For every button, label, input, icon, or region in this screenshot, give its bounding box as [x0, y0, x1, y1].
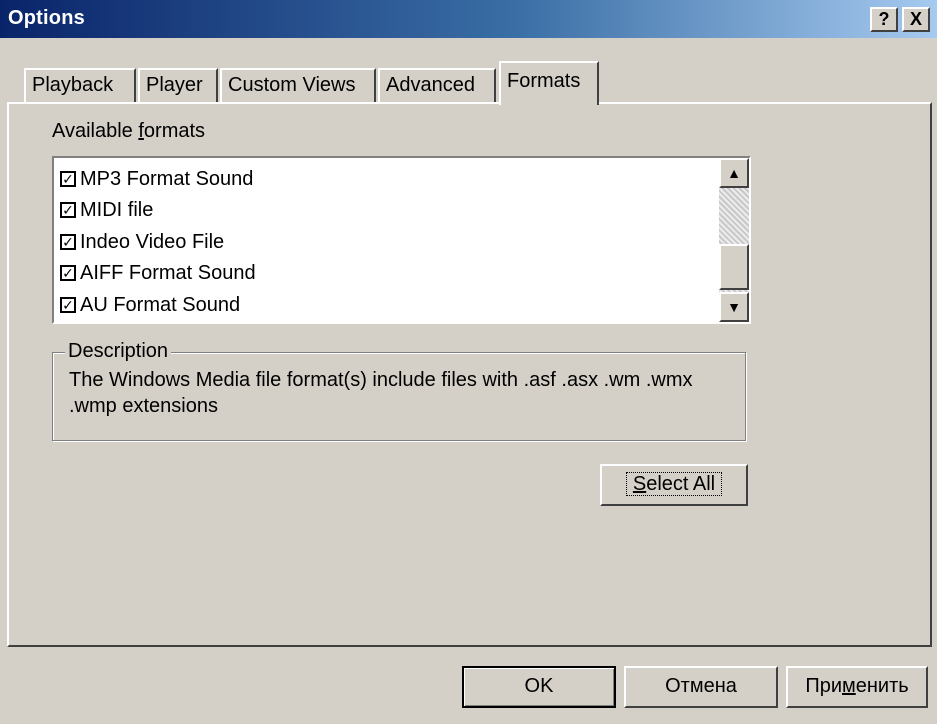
list-item[interactable]: ✓ AIFF Format Sound [60, 258, 256, 288]
scroll-up-icon[interactable]: ▲ [719, 158, 749, 188]
scroll-thumb[interactable] [719, 244, 749, 290]
tab-custom-views[interactable]: Custom Views [220, 68, 376, 104]
checkbox-checked-icon[interactable]: ✓ [60, 202, 76, 218]
vertical-scrollbar[interactable]: ▲ ▼ [719, 158, 749, 322]
help-button[interactable]: ? [870, 7, 898, 32]
tab-advanced[interactable]: Advanced [378, 68, 496, 104]
list-item[interactable]: ✓ Indeo Video File [60, 227, 224, 257]
formats-listbox[interactable]: ✓ MP3 Format Sound ✓ MIDI file ✓ Indeo V… [52, 156, 751, 324]
list-item-label: Indeo Video File [80, 230, 225, 253]
description-title: Description [65, 340, 172, 363]
cancel-button[interactable]: Отмена [624, 666, 778, 708]
select-all-button[interactable]: Select All [600, 464, 748, 506]
title-bar: Options ? X [0, 0, 937, 38]
list-item-label: AIFF Format Sound [80, 261, 256, 284]
description-group: Description The Windows Media file forma… [52, 340, 746, 441]
window-title: Options [8, 7, 85, 29]
tab-playback[interactable]: Playback [24, 68, 136, 104]
description-text: The Windows Media file format(s) include… [69, 369, 693, 417]
list-item-label: MIDI file [80, 198, 154, 221]
checkbox-checked-icon[interactable]: ✓ [60, 265, 76, 281]
list-item[interactable]: ✓ MP3 Format Sound [60, 164, 253, 194]
tab-player[interactable]: Player [138, 68, 218, 104]
checkbox-checked-icon[interactable]: ✓ [60, 234, 76, 250]
available-formats-label: Available formats [52, 120, 206, 142]
ok-button[interactable]: OK [462, 666, 616, 708]
checkbox-checked-icon[interactable]: ✓ [60, 297, 76, 313]
list-item-label: AU Format Sound [80, 293, 241, 316]
close-button[interactable]: X [902, 7, 930, 32]
apply-button[interactable]: Применить [786, 666, 928, 708]
list-item-label: MP3 Format Sound [80, 167, 254, 190]
tab-formats[interactable]: Formats [499, 61, 599, 105]
list-item[interactable]: ✓ AU Format Sound [60, 290, 240, 320]
scroll-down-icon[interactable]: ▼ [719, 292, 749, 322]
checkbox-checked-icon[interactable]: ✓ [60, 171, 76, 187]
list-item[interactable]: ✓ MIDI file [60, 195, 153, 225]
